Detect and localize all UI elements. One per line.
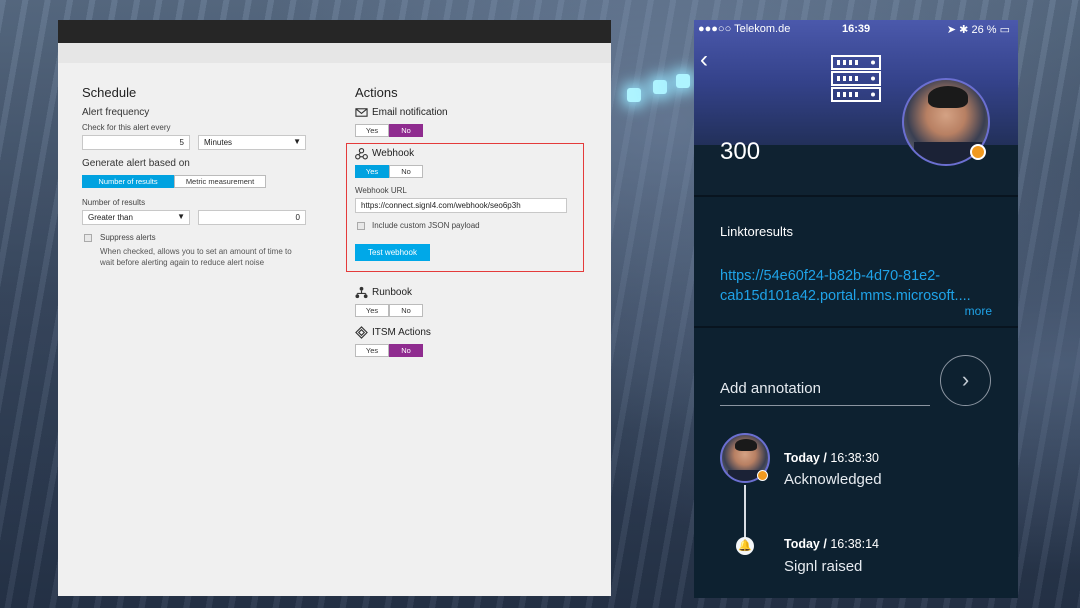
test-webhook-button[interactable]: Test webhook — [355, 244, 430, 261]
avatar-hat — [928, 86, 968, 108]
battery-label: 26 % — [971, 24, 997, 36]
webhook-url-label: Webhook URL — [355, 186, 407, 195]
server-led — [676, 74, 690, 88]
divider — [694, 326, 1018, 328]
results-link[interactable]: https://54e60f24-b82b-4d70-81e2- cab15d1… — [720, 266, 992, 306]
link-title: Linktoresults — [720, 224, 793, 239]
tab-number-of-results[interactable]: Number of results — [82, 175, 174, 188]
webhook-toggle: Yes No — [355, 165, 423, 178]
actions-heading: Actions — [355, 85, 398, 100]
email-notification-row: Email notification — [355, 106, 448, 119]
email-no-button[interactable]: No — [389, 124, 423, 137]
tab-metric-measurement[interactable]: Metric measurement — [174, 175, 266, 188]
custom-json-label: Include custom JSON payload — [372, 221, 480, 230]
timeline-clock-2: 16:38:14 — [830, 537, 879, 551]
threshold-input[interactable]: 0 — [198, 210, 306, 225]
server-led — [653, 80, 667, 94]
status-dot-icon — [757, 470, 768, 481]
divider — [694, 195, 1018, 197]
timeline-clock-1: 16:38:30 — [830, 451, 879, 465]
results-link-line1: https://54e60f24-b82b-4d70-81e2- — [720, 268, 941, 284]
frequency-unit-select[interactable]: Minutes ▼ — [198, 135, 306, 150]
timeline-time-1: Today / 16:38:30 — [784, 451, 879, 465]
custom-json-checkbox[interactable] — [357, 222, 365, 230]
status-bar: ●●●○○ Telekom.de 16:39 ➤ ✱ 26 % ▭ — [694, 23, 1018, 37]
generate-based-on-label: Generate alert based on — [82, 158, 190, 169]
runbook-yes-button[interactable]: Yes — [355, 304, 389, 317]
webhook-yes-button[interactable]: Yes — [355, 165, 389, 178]
top-bar — [58, 20, 611, 43]
timeline-connector — [744, 485, 746, 541]
suppress-desc-line1: When checked, allows you to set an amoun… — [100, 247, 292, 256]
result-count: 300 — [720, 138, 761, 165]
caret-down-icon: ▼ — [293, 137, 301, 146]
runbook-no-button[interactable]: No — [389, 304, 423, 317]
suppress-alerts-label: Suppress alerts — [100, 233, 156, 242]
alert-frequency-label: Alert frequency — [82, 107, 150, 118]
itsm-no-button[interactable]: No — [389, 344, 423, 357]
server-icon — [831, 55, 881, 102]
timeline-day-2: Today / — [784, 537, 827, 551]
timeline-day-1: Today / — [784, 451, 827, 465]
frequency-value-input[interactable]: 5 — [82, 135, 190, 150]
email-toggle: Yes No — [355, 124, 423, 137]
timeline-time-2: Today / 16:38:14 — [784, 537, 879, 551]
send-annotation-button[interactable]: › — [940, 355, 991, 406]
runbook-icon — [355, 286, 368, 299]
alert-type-toggle: Number of results Metric measurement — [82, 175, 266, 188]
schedule-heading: Schedule — [82, 85, 137, 100]
operator-select[interactable]: Greater than ▼ — [82, 210, 190, 225]
status-right: ➤ ✱ 26 % ▭ — [947, 23, 1010, 36]
webhook-no-button[interactable]: No — [389, 165, 423, 178]
results-link-line2: cab15d101a42.portal.mms.microsoft.... — [720, 288, 971, 304]
annotation-input[interactable]: Add annotation — [720, 380, 930, 406]
webhook-row: Webhook — [355, 147, 414, 160]
email-yes-button[interactable]: Yes — [355, 124, 389, 137]
runbook-row: Runbook — [355, 286, 412, 299]
suppress-alerts-checkbox[interactable] — [84, 234, 92, 242]
suppress-desc-line2: wait before alerting again to reduce ale… — [100, 258, 265, 267]
bluetooth-icon: ✱ — [959, 24, 969, 36]
webhook-icon — [355, 148, 368, 160]
mail-icon — [355, 108, 368, 117]
timeline-text-2: Signl raised — [784, 558, 863, 575]
itsm-toggle: Yes No — [355, 344, 423, 357]
battery-icon: ▭ — [999, 24, 1010, 36]
phone-screen: ●●●○○ Telekom.de 16:39 ➤ ✱ 26 % ▭ ‹ 300 … — [694, 20, 1018, 598]
webhook-url-input[interactable]: https://connect.signl4.com/webhook/seo6p… — [355, 198, 567, 213]
location-icon: ➤ — [946, 24, 957, 36]
timeline-text-1: Acknowledged — [784, 471, 882, 488]
sub-bar — [58, 43, 611, 63]
operator-value: Greater than — [88, 213, 133, 222]
server-led — [627, 88, 641, 102]
runbook-toggle: Yes No — [355, 304, 423, 317]
frequency-unit-value: Minutes — [204, 138, 233, 147]
check-every-label: Check for this alert every — [82, 123, 171, 132]
bell-icon: 🔔 — [736, 537, 754, 555]
webhook-label: Webhook — [372, 148, 415, 159]
alert-rule-panel: Schedule Alert frequency Check for this … — [58, 20, 611, 596]
back-chevron-icon[interactable]: ‹ — [700, 46, 708, 74]
itsm-row: ITSM Actions — [355, 326, 431, 339]
number-of-results-label: Number of results — [82, 198, 146, 207]
runbook-label: Runbook — [372, 287, 413, 298]
clock: 16:39 — [842, 23, 871, 35]
itsm-icon — [355, 326, 368, 339]
chevron-right-icon: › — [961, 367, 970, 392]
more-link[interactable]: more — [965, 304, 992, 318]
caret-down-icon: ▼ — [177, 212, 185, 221]
carrier-label: ●●●○○ Telekom.de — [698, 23, 791, 35]
email-notification-label: Email notification — [372, 107, 448, 118]
avatar-hat — [735, 439, 757, 451]
itsm-label: ITSM Actions — [372, 327, 431, 338]
status-dot-icon — [970, 144, 986, 160]
itsm-yes-button[interactable]: Yes — [355, 344, 389, 357]
